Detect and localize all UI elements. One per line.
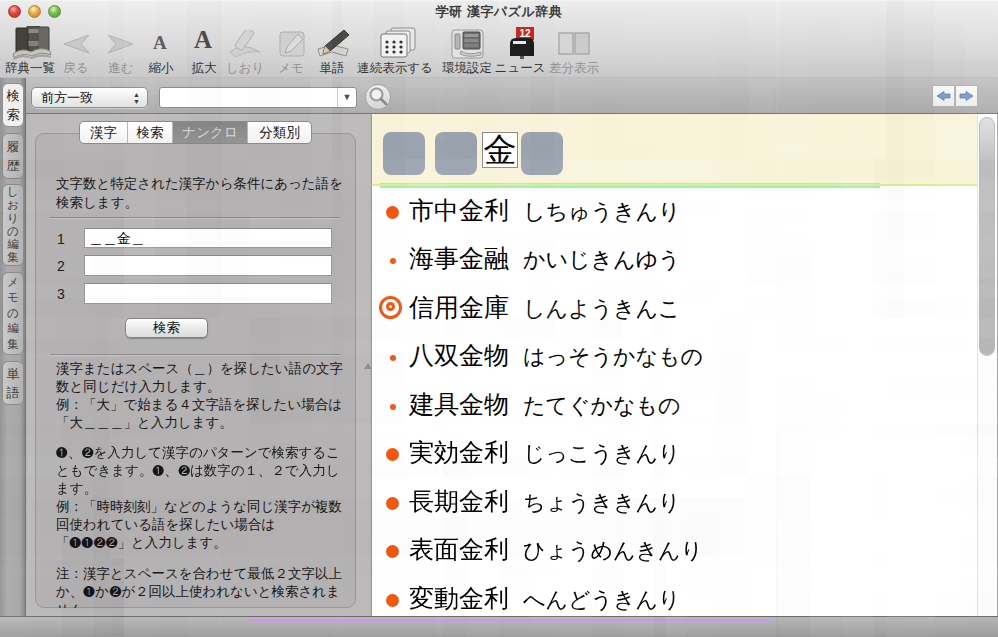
svg-text:12: 12 — [519, 28, 531, 39]
